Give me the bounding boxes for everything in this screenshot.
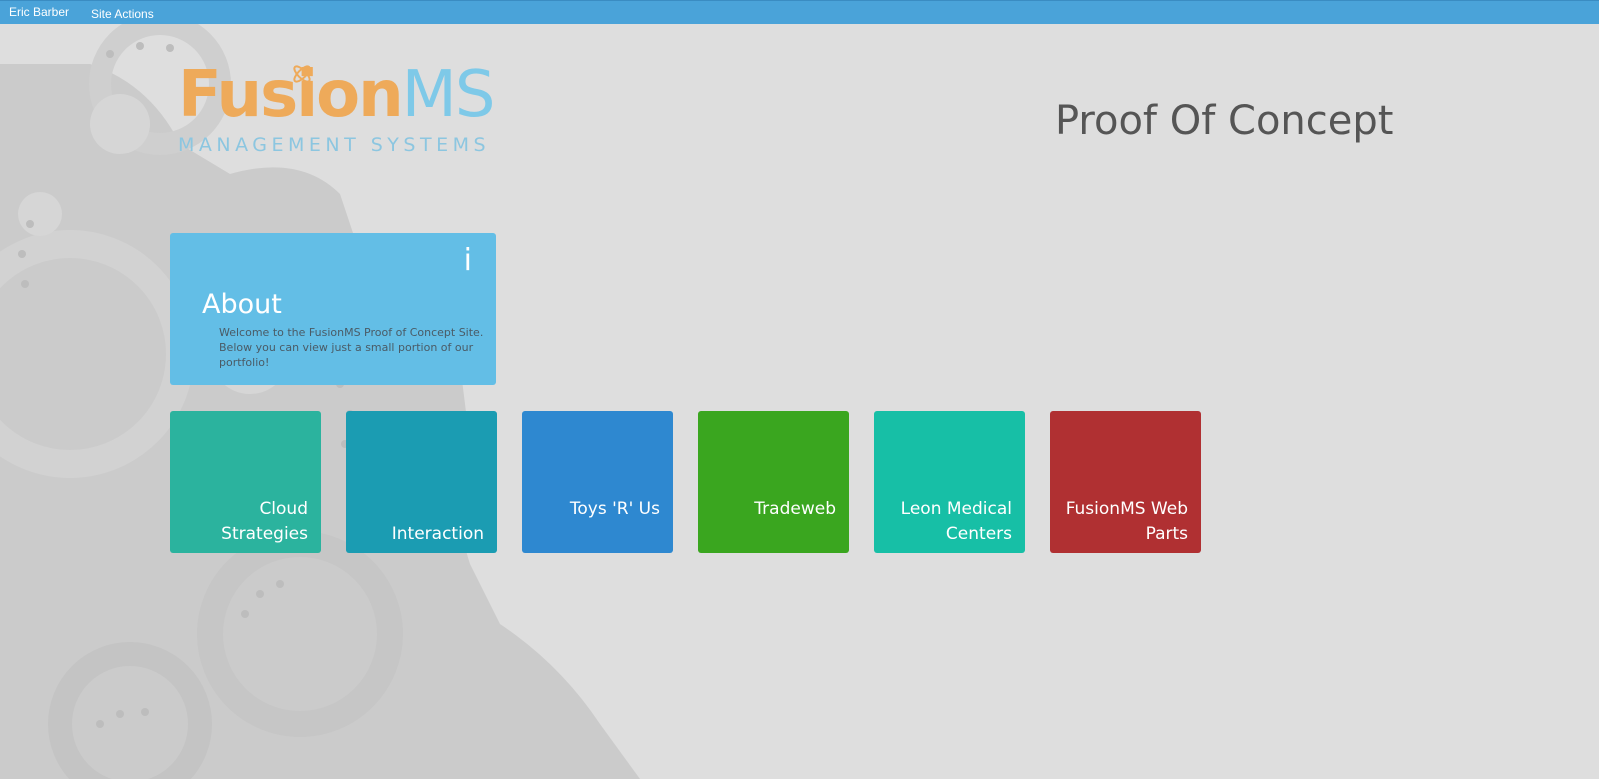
tile-label: Leon Medical Centers xyxy=(900,499,1012,544)
about-heading: About xyxy=(202,289,282,320)
tile-label: Cloud Strategies xyxy=(221,499,308,544)
logo-wordmark: FusionMS xyxy=(178,58,496,132)
tile-leon-medical-centers[interactable]: Leon Medical Centers xyxy=(874,411,1025,553)
atom-icon xyxy=(293,65,311,83)
page: Eric Barber Site Actions FusionMS MANAGE… xyxy=(0,0,1599,779)
site-actions-menu[interactable]: Site Actions xyxy=(91,7,154,21)
tile-fusionms-web-parts[interactable]: FusionMS Web Parts xyxy=(1050,411,1201,553)
tile-interaction[interactable]: Interaction xyxy=(346,411,497,553)
tile-toys-r-us[interactable]: Toys 'R' Us xyxy=(522,411,673,553)
logo-ms-text: MS xyxy=(401,58,496,132)
tile-cloud-strategies[interactable]: Cloud Strategies xyxy=(170,411,321,553)
tile-label: FusionMS Web Parts xyxy=(1065,499,1188,544)
tile-label: Toys 'R' Us xyxy=(569,499,660,519)
logo-subtitle: MANAGEMENT SYSTEMS xyxy=(178,134,491,156)
about-tile[interactable]: i About Welcome to the FusionMS Proof of… xyxy=(170,233,496,385)
fusionms-logo[interactable]: FusionMS MANAGEMENT SYSTEMS xyxy=(178,60,518,160)
top-bar: Eric Barber Site Actions xyxy=(0,0,1599,24)
tile-tradeweb[interactable]: Tradeweb xyxy=(698,411,849,553)
info-icon: i xyxy=(463,243,472,278)
tile-label: Interaction xyxy=(391,524,484,544)
user-menu[interactable]: Eric Barber xyxy=(9,5,69,19)
page-title: Proof Of Concept xyxy=(1055,98,1394,144)
about-description: Welcome to the FusionMS Proof of Concept… xyxy=(219,326,484,369)
tile-label: Tradeweb xyxy=(754,499,836,519)
